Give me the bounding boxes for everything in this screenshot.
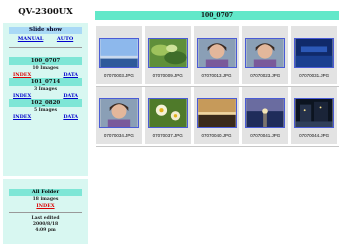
thumbnail-image[interactable] [147,38,188,68]
page: QV-2300UX Slide show MANUAL AUTO 100_070… [0,0,341,245]
index-link[interactable]: INDEX [13,114,31,120]
thumbnail-filename: 07070034.JPG [103,133,134,138]
night-icon [310,89,318,105]
thumbnail-filename: 07070013.JPG [201,73,232,78]
thumbnail-image[interactable] [196,98,237,128]
folder-101-0714: 101_0714 3 Images INDEX DATA [3,78,88,99]
sidebar-panel: Slide show MANUAL AUTO 100_0707 10 Image… [3,23,88,176]
all-index-link[interactable]: INDEX [36,203,54,209]
thumbnail-filename: 07070009.JPG [152,73,183,78]
divider [9,47,82,48]
folder-name[interactable]: 101_0714 [9,78,82,86]
camera-icon [163,89,172,104]
thumbnail-row: 07070034.JPG 07070037.JPG 07070040.JPG 0707… [96,86,339,144]
camera-icon [261,89,270,104]
index-link[interactable]: INDEX [13,93,31,99]
thumbnail-image[interactable] [245,98,286,128]
portrait-icon [212,29,220,44]
thumbnail-filename: 07070041.JPG [250,133,281,138]
data-link[interactable]: DATA [63,93,78,99]
last-edited: Last edited 2000/8/18 4:09 pm [3,216,88,234]
camera-icon [115,89,123,104]
index-link[interactable]: INDEX [13,72,31,78]
camera-icon [163,29,172,44]
thumbnail-cell[interactable]: 07070023.JPG [242,26,289,84]
thumbnail-filename: 07070003.JPG [103,73,134,78]
thumbnail-cell[interactable]: 07070041.JPG [242,86,289,144]
thumbnail-filename: 07070031.JPG [299,73,330,78]
thumbnail-cell[interactable]: 07070009.JPG [144,26,191,84]
thumbnail-cell[interactable]: 07070040.JPG [193,86,240,144]
folder-name[interactable]: 102_0820 [9,99,82,107]
folder-links: INDEX DATA [13,114,78,120]
thumbnail-row: 07070003.JPG 07070009.JPG 07070013.JPG 0707… [96,26,339,84]
auto-link[interactable]: AUTO [57,36,73,42]
folder-100-0707: 100_0707 10 Images INDEX DATA [3,57,88,78]
manual-link[interactable]: MANUAL [18,36,44,42]
camera-icon [310,29,318,44]
last-edited-time: 4:09 pm [35,228,56,233]
landscape-icon [212,89,221,104]
sidebar: QV-2300UX Slide show MANUAL AUTO 100_070… [3,3,88,244]
data-link[interactable]: DATA [63,114,78,120]
thumbnail-image[interactable] [99,38,139,68]
thumbnail-cell[interactable]: 07070034.JPG [96,86,142,144]
thumbnail-image[interactable] [99,98,139,128]
folder-name[interactable]: 100_0707 [9,57,82,65]
camera-model-title: QV-2300UX [3,3,88,21]
camera-icon [115,29,123,44]
slideshow-header: Slide show [9,27,82,34]
thumbnail-filename: 07070023.JPG [250,73,281,78]
folder-title-banner: 100_0707 [95,11,339,20]
row-divider [96,86,339,87]
thumbnail-cell[interactable]: 07070003.JPG [96,26,142,84]
thumbnail-cell[interactable]: 07070044.JPG [291,86,337,144]
thumbnail-image[interactable] [147,98,188,128]
all-folder-label[interactable]: All Folder [9,189,82,196]
data-link[interactable]: DATA [63,72,78,78]
thumbnail-image[interactable] [245,38,286,68]
thumbnail-filename: 07070044.JPG [299,133,330,138]
thumbnail-filename: 07070040.JPG [201,133,232,138]
portrait-icon [261,29,269,44]
thumbnail-filename: 07070037.JPG [152,133,183,138]
thumbnail-cell[interactable]: 07070037.JPG [144,86,191,144]
divider [9,212,82,213]
thumbnail-image[interactable] [294,98,335,128]
thumbnail-cell[interactable]: 07070031.JPG [291,26,337,84]
thumbnail-image[interactable] [196,38,237,68]
all-folder-panel: All Folder 18 images INDEX Last edited 2… [3,179,88,244]
thumbnail-image[interactable] [294,38,335,68]
folder-102-0820: 102_0820 5 Images INDEX DATA [3,99,88,120]
thumbnail-cell[interactable]: 07070013.JPG [193,26,240,84]
slideshow-modes: MANUAL AUTO [11,36,80,42]
row-divider [96,146,339,147]
